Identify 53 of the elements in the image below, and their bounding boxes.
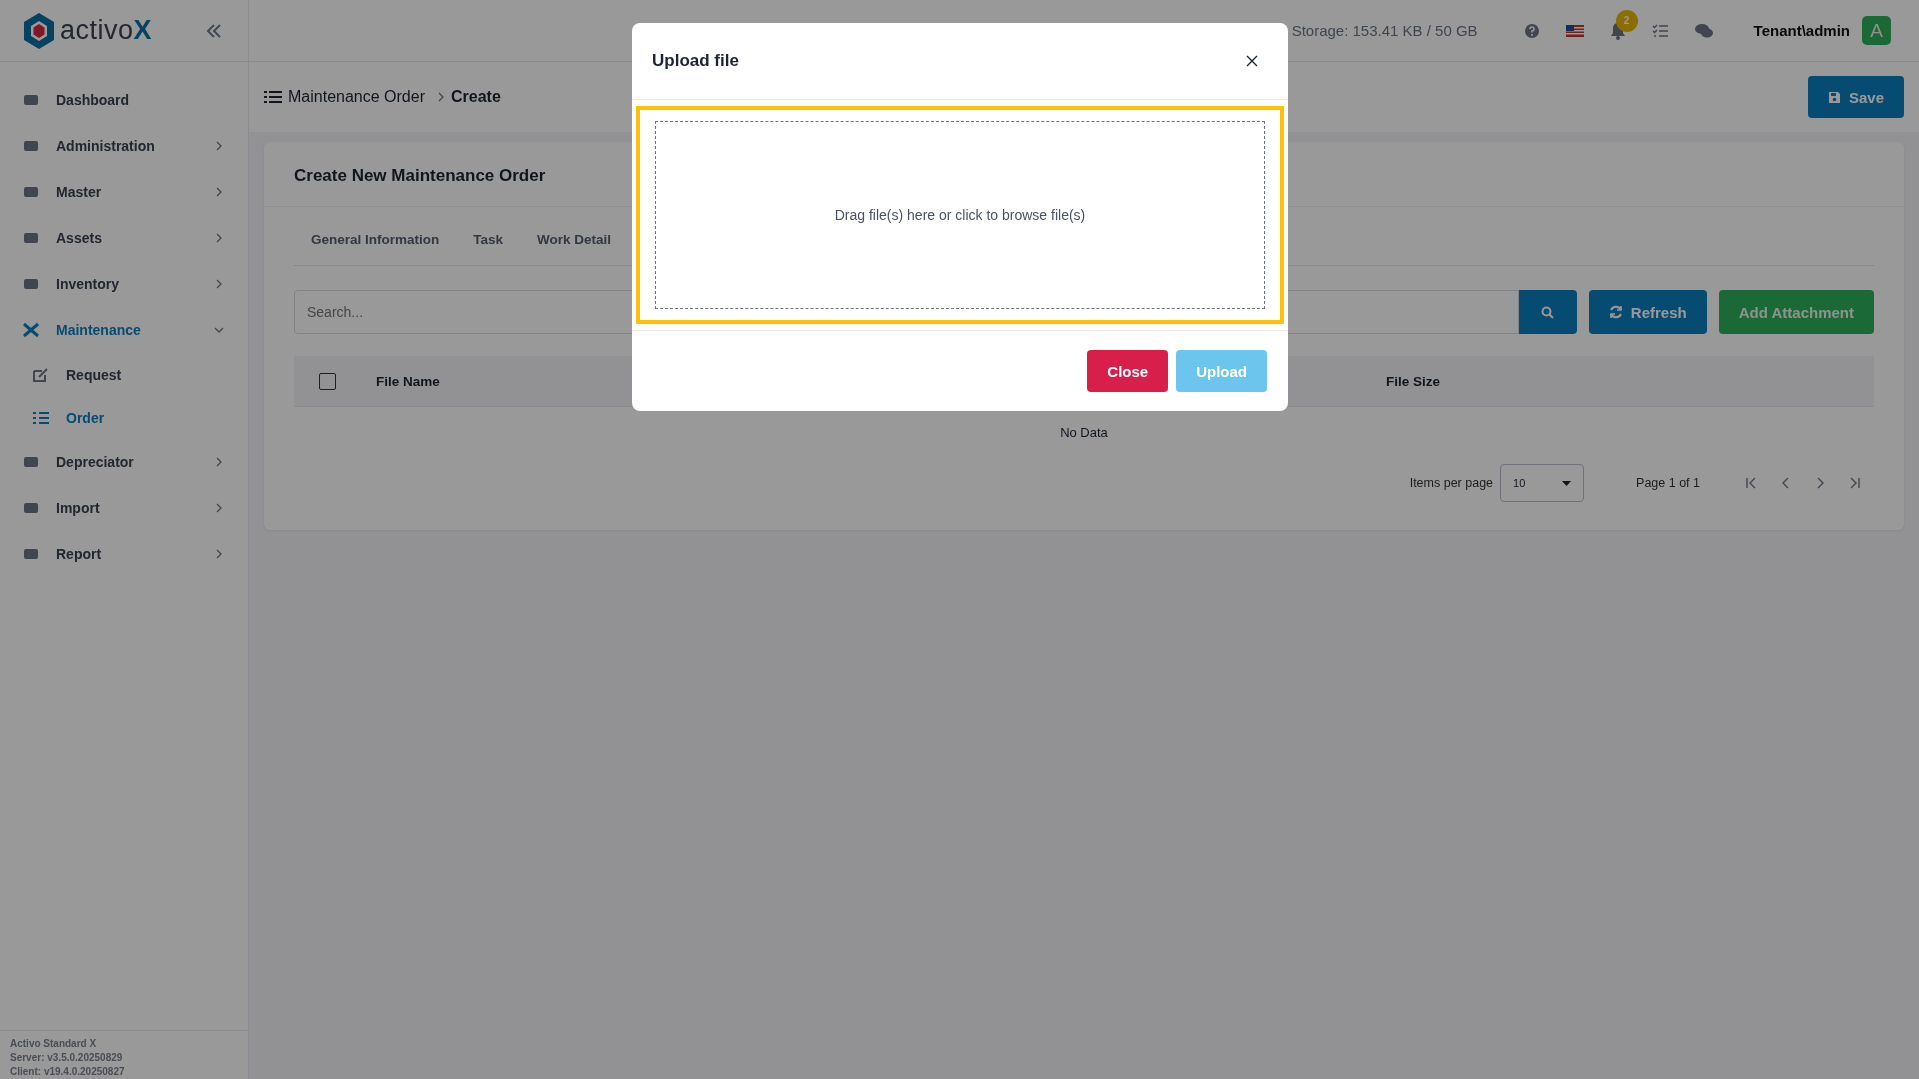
items-per-page-label: Items per page <box>1409 476 1494 490</box>
tab[interactable]: General Information <box>311 215 440 265</box>
sidebar-item[interactable]: Report <box>0 531 248 577</box>
notification-badge: 2 <box>1615 9 1638 32</box>
refresh-icon <box>1608 305 1623 319</box>
search-icon <box>1541 305 1555 319</box>
sidebar-item[interactable]: Dashboard <box>0 77 248 123</box>
version-text: Activo Standard X <box>10 1038 98 1049</box>
caret-icon <box>1562 480 1572 486</box>
list-icon <box>264 90 282 104</box>
storage-text: Storage: 153.41 KB / 50 GB <box>1291 22 1478 39</box>
user-name[interactable]: Tenant\admin <box>1753 22 1850 39</box>
drop-zone-text: Drag file(s) here or click to browse file(s) <box>834 207 1086 223</box>
sidebar-item[interactable]: Assets <box>0 215 248 261</box>
search-button[interactable] <box>1518 290 1577 334</box>
sidebar-item[interactable]: Depreciator <box>0 439 248 485</box>
sidebar-subitem[interactable]: Request <box>0 353 248 396</box>
first-page-icon[interactable] <box>1746 477 1758 489</box>
refresh-button[interactable]: Refresh <box>1588 290 1707 334</box>
save-button[interactable]: Save <box>1807 76 1904 118</box>
sidebar-item[interactable]: Master <box>0 169 248 215</box>
list-icon <box>32 409 50 426</box>
version-text: Server: v3.5.0.20250829 <box>10 1052 124 1063</box>
last-page-icon[interactable] <box>1848 477 1860 489</box>
help-icon[interactable] <box>1523 22 1540 39</box>
chevron-right-icon <box>436 92 445 102</box>
flag-icon[interactable] <box>1565 24 1584 37</box>
breadcrumb-current: Create <box>450 88 501 106</box>
close-button[interactable]: Close <box>1087 350 1169 392</box>
tab[interactable]: Task <box>473 215 504 265</box>
dialog-title: Upload file <box>652 51 739 71</box>
sidebar-item[interactable]: Import <box>0 485 248 531</box>
column-header: File Size <box>1386 373 1441 389</box>
sidebar-subitem[interactable]: Order <box>0 396 248 439</box>
edit-icon <box>32 366 50 383</box>
hexagon-logo-icon <box>22 11 56 50</box>
sidebar-item[interactable]: Maintenance <box>0 307 248 353</box>
sidebar-item[interactable]: Inventory <box>0 261 248 307</box>
sidebar-item[interactable]: Administration <box>0 123 248 169</box>
close-icon[interactable] <box>1246 55 1258 67</box>
brand-name: activoX <box>60 15 153 46</box>
drop-zone[interactable]: Drag file(s) here or click to browse file(s) <box>655 121 1265 309</box>
tab[interactable]: Work Detail <box>537 215 612 265</box>
version-text: Client: v19.4.0.20250827 <box>10 1066 126 1077</box>
task-list-icon[interactable] <box>1651 23 1668 38</box>
tools-icon <box>22 322 40 338</box>
breadcrumb-link[interactable]: Maintenance Order <box>288 88 425 106</box>
select-all-checkbox[interactable] <box>319 372 336 390</box>
empty-message: No Data <box>1059 424 1109 442</box>
chat-icon[interactable] <box>1693 22 1714 39</box>
page-info: Page 1 of 1 <box>1636 476 1700 490</box>
collapse-icon[interactable] <box>206 23 222 38</box>
page-size-select[interactable]: 10 <box>1500 464 1585 502</box>
